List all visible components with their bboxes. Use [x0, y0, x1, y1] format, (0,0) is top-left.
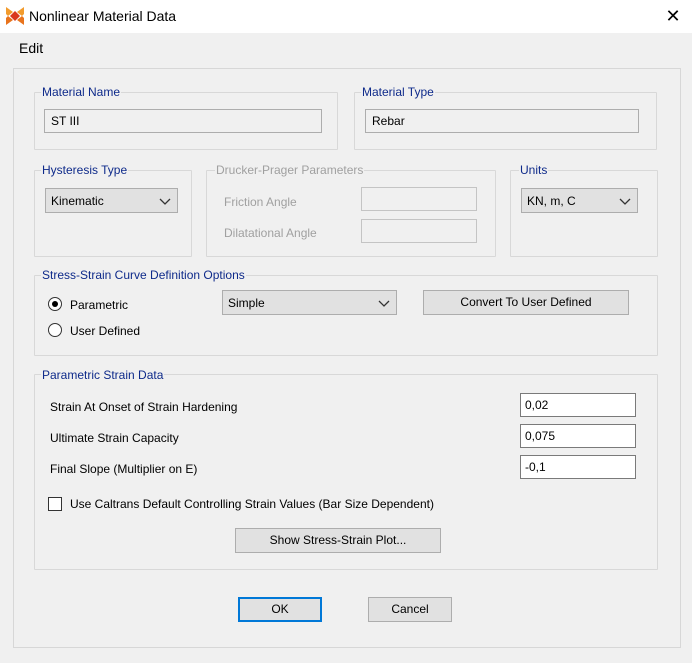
final-slope-input[interactable]: -0,1 — [520, 455, 636, 479]
friction-angle-label: Friction Angle — [224, 195, 297, 209]
hysteresis-label: Hysteresis Type — [41, 163, 129, 177]
convert-to-user-defined-button[interactable]: Convert To User Defined — [423, 290, 629, 315]
strain-data-label: Parametric Strain Data — [41, 368, 165, 382]
drucker-prager-label: Drucker-Prager Parameters — [215, 163, 365, 177]
dilatational-angle-label: Dilatational Angle — [224, 226, 317, 240]
hysteresis-selected: Kinematic — [51, 194, 104, 208]
strain-hardening-label: Strain At Onset of Strain Hardening — [50, 400, 238, 414]
material-name-label: Material Name — [41, 85, 122, 99]
ultimate-strain-label: Ultimate Strain Capacity — [50, 431, 179, 445]
user-defined-radio[interactable] — [48, 323, 62, 337]
hysteresis-group — [34, 170, 192, 257]
drucker-prager-group — [206, 170, 496, 257]
caltrans-checkbox-label: Use Caltrans Default Controlling Strain … — [70, 497, 434, 511]
parametric-label: Parametric — [70, 298, 129, 312]
ok-button[interactable]: OK — [238, 597, 322, 622]
show-stress-strain-plot-button[interactable]: Show Stress-Strain Plot... — [235, 528, 441, 553]
close-button[interactable]: ✕ — [660, 4, 686, 28]
curve-options-label: Stress-Strain Curve Definition Options — [41, 268, 246, 282]
final-slope-label: Final Slope (Multiplier on E) — [50, 462, 198, 476]
material-type-field: Rebar — [365, 109, 639, 133]
chevron-down-icon — [378, 300, 390, 307]
dilatational-angle-input[interactable] — [361, 219, 477, 243]
material-name-field: ST III — [44, 109, 322, 133]
curve-options-group — [34, 275, 658, 356]
material-type-label: Material Type — [361, 85, 435, 99]
units-group — [510, 170, 658, 257]
hysteresis-select[interactable]: Kinematic — [45, 188, 178, 213]
curve-type-selected: Simple — [228, 296, 265, 310]
units-label: Units — [519, 163, 549, 177]
parametric-radio[interactable] — [48, 297, 62, 311]
caltrans-checkbox[interactable] — [48, 497, 62, 511]
units-selected: KN, m, C — [527, 194, 576, 208]
chevron-down-icon — [159, 198, 171, 205]
radio-dot — [52, 301, 58, 307]
main-panel: Material Name ST III Material Type Rebar… — [13, 68, 681, 648]
friction-angle-input[interactable] — [361, 187, 477, 211]
units-select[interactable]: KN, m, C — [521, 188, 638, 213]
close-icon: ✕ — [665, 6, 681, 26]
chevron-down-icon — [619, 198, 631, 205]
user-defined-label: User Defined — [70, 324, 141, 338]
ultimate-strain-input[interactable]: 0,075 — [520, 424, 636, 448]
strain-hardening-input[interactable]: 0,02 — [520, 393, 636, 417]
window-title: Nonlinear Material Data — [29, 8, 177, 24]
curve-type-select[interactable]: Simple — [222, 290, 397, 315]
menu-edit[interactable]: Edit — [19, 40, 43, 56]
app-icon — [6, 7, 24, 25]
cancel-button[interactable]: Cancel — [368, 597, 452, 622]
